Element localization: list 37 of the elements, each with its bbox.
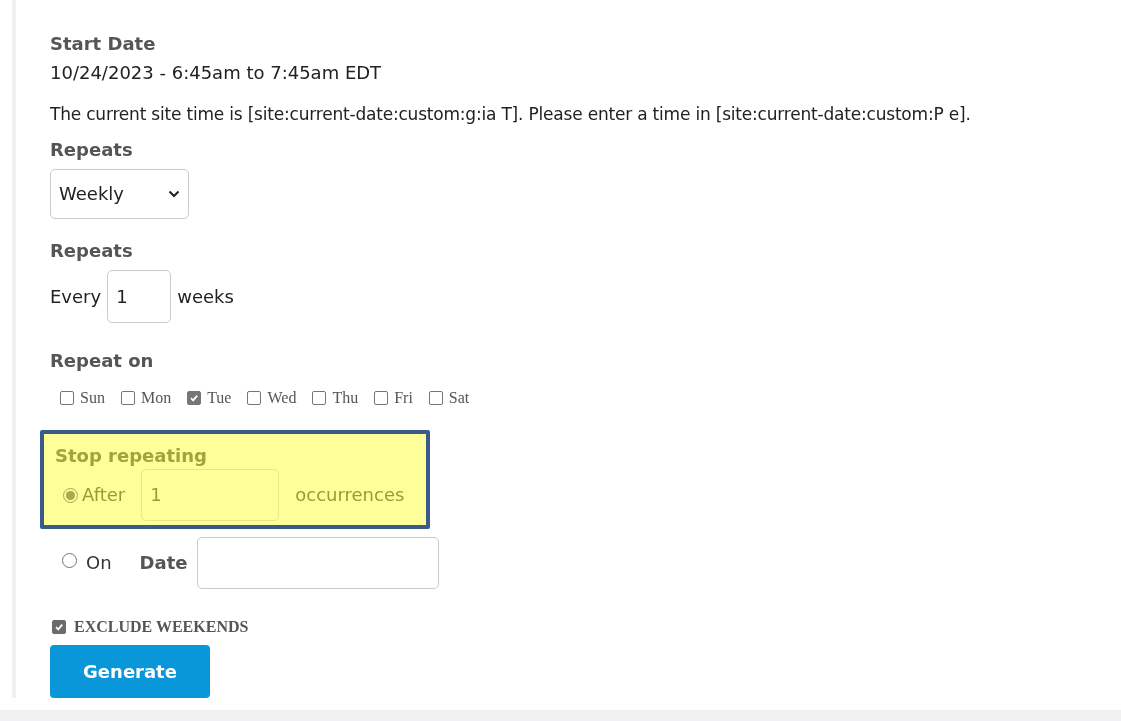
checkbox-label: EXCLUDE WEEKENDS	[74, 616, 249, 637]
day-checkbox[interactable]	[428, 390, 443, 405]
field-label: Repeats	[50, 137, 134, 162]
day-checkbox[interactable]	[312, 390, 327, 405]
radio-label: On	[86, 551, 112, 575]
day-checkbox[interactable]	[247, 390, 262, 405]
day-label: Wed	[267, 387, 297, 408]
day-label: Tue	[207, 387, 232, 408]
field-suffix: weeks	[177, 284, 234, 309]
radio-label: After	[82, 483, 126, 507]
field-label: Stop repeating	[55, 443, 208, 468]
day-checkbox[interactable]	[60, 390, 74, 405]
field-label: Repeat on	[50, 348, 155, 373]
day-label: Mon	[140, 387, 172, 408]
day-checkbox[interactable]	[374, 390, 389, 405]
date-label: Date	[139, 551, 188, 575]
repeat-select[interactable]: Weekly	[50, 168, 189, 219]
date-range: 10/24/2023 - 6:45am to 7:45am EDT	[50, 61, 383, 85]
radio-button[interactable]	[62, 552, 77, 568]
day-label: Sat	[448, 387, 470, 408]
field-prefix: Every	[50, 284, 102, 309]
field-label: Repeats	[50, 238, 134, 263]
radio-button[interactable]	[63, 487, 78, 503]
day-checkbox[interactable]	[120, 390, 135, 405]
interval-field[interactable]: 1	[107, 269, 172, 323]
day-label: Fri	[394, 387, 413, 408]
check-icon	[189, 392, 200, 403]
field-label: Start Date	[50, 32, 157, 56]
field-suffix: occurrences	[295, 483, 405, 507]
chevron-down-icon	[168, 189, 180, 198]
day-label: Sun	[80, 387, 105, 408]
day-checkbox[interactable]	[187, 390, 202, 405]
day-label: Thu	[332, 387, 359, 408]
weekend-checkbox[interactable]	[52, 619, 66, 634]
check-icon	[54, 621, 64, 632]
date-field[interactable]	[197, 536, 440, 589]
help-text: The current site time is [site:current-date:custom:g:ia T]. Please enter a time in [site:current-date:custom:P e].	[50, 103, 972, 126]
